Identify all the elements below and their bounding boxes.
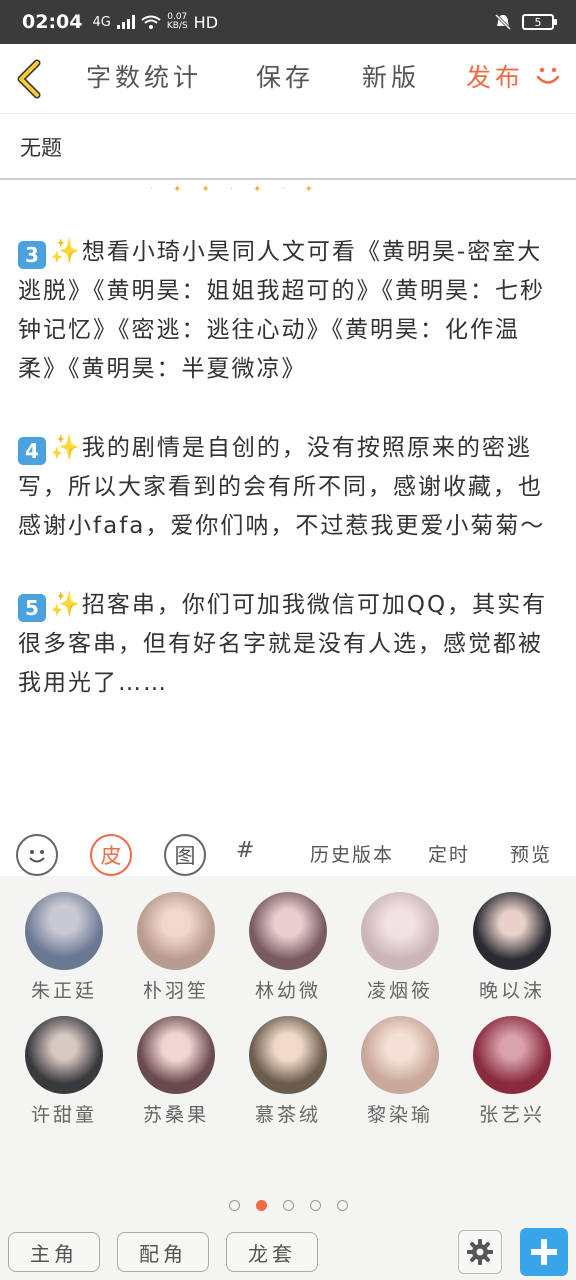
character-item[interactable]: 凌烟筱 bbox=[350, 892, 450, 1003]
smiley-icon bbox=[29, 850, 45, 863]
gear-icon bbox=[467, 1239, 493, 1265]
page-dot[interactable] bbox=[282, 1200, 294, 1211]
network-indicator: 4G 0.07 KB/S HD bbox=[92, 13, 218, 32]
lead-role-button[interactable]: 主角 bbox=[8, 1232, 100, 1272]
avatar bbox=[249, 1016, 327, 1094]
character-item[interactable]: 张艺兴 bbox=[462, 1016, 562, 1127]
avatar bbox=[249, 892, 327, 970]
avatar bbox=[473, 892, 551, 970]
add-character-button[interactable] bbox=[520, 1228, 568, 1276]
paragraph-5: 5 ✨招客串，你们可加我微信可加QQ，其实有很多客串，但有好名字就是没有人选，感觉… bbox=[18, 590, 548, 696]
avatar bbox=[473, 1016, 551, 1094]
word-count-button[interactable]: 字数统计 bbox=[86, 58, 202, 94]
avatar bbox=[361, 1016, 439, 1094]
character-item[interactable]: 苏桑果 bbox=[126, 1016, 226, 1127]
paragraph-3: 3 ✨想看小琦小昊同人文可看《黄明昊-密室大逃脱》《黄明昊：姐姐我超可的》《黄明昊… bbox=[18, 237, 545, 382]
save-button[interactable]: 保存 bbox=[256, 58, 314, 94]
image-button[interactable]: 图 bbox=[164, 834, 206, 876]
character-item[interactable]: 朴羽笙 bbox=[126, 892, 226, 1003]
status-time: 02:04 bbox=[22, 11, 83, 33]
character-item[interactable]: 许甜童 bbox=[14, 1016, 114, 1127]
editor-toolbar: 字数统计 保存 新版 发布 bbox=[0, 44, 576, 114]
status-right: 5 bbox=[494, 13, 557, 31]
character-item[interactable]: 朱正廷 bbox=[14, 892, 114, 1003]
character-item[interactable]: 林幼微 bbox=[238, 892, 338, 1003]
chevron-left-icon bbox=[17, 59, 41, 98]
plus-icon bbox=[531, 1239, 557, 1265]
page-indicator bbox=[0, 1200, 576, 1211]
mute-icon bbox=[494, 13, 512, 31]
new-version-button[interactable]: 新版 bbox=[362, 58, 420, 94]
number-badge: 4 bbox=[18, 437, 46, 465]
decoration-sparkles: ·✦✦·✦·✦ bbox=[150, 184, 334, 195]
title-text: 无题 bbox=[20, 136, 62, 160]
avatar bbox=[361, 892, 439, 970]
hd-label: HD bbox=[193, 12, 219, 32]
number-badge: 5 bbox=[18, 594, 46, 622]
character-panel: 朱正廷 朴羽笙 林幼微 凌烟筱 晚以沫 许甜童 苏桑果 慕茶绒 黎染瑜 张艺兴 bbox=[0, 876, 576, 1280]
sparkle-icon: ✨ bbox=[50, 433, 80, 461]
page-dot-active[interactable] bbox=[255, 1200, 267, 1211]
content-editor[interactable]: 3 ✨想看小琦小昊同人文可看《黄明昊-密室大逃脱》《黄明昊：姐姐我超可的》《黄明昊… bbox=[18, 232, 558, 742]
role-bar: 主角 配角 龙套 bbox=[0, 1224, 576, 1280]
sparkle-icon: ✨ bbox=[50, 237, 80, 265]
avatar bbox=[25, 892, 103, 970]
skin-button[interactable]: 皮 bbox=[90, 834, 132, 876]
battery-indicator: 5 bbox=[522, 14, 557, 30]
emoji-button[interactable] bbox=[16, 834, 58, 876]
smile-icon[interactable] bbox=[533, 60, 563, 90]
format-toolbar: 皮 图 # 历史版本 定时 预览 bbox=[0, 828, 576, 876]
page-dot[interactable] bbox=[336, 1200, 348, 1211]
signal-icon bbox=[116, 15, 135, 29]
character-item[interactable]: 黎染瑜 bbox=[350, 1016, 450, 1127]
avatar bbox=[137, 1016, 215, 1094]
avatar bbox=[25, 1016, 103, 1094]
publish-button[interactable]: 发布 bbox=[466, 58, 524, 94]
settings-button[interactable] bbox=[458, 1230, 502, 1274]
character-item[interactable]: 晚以沫 bbox=[462, 892, 562, 1003]
page-dot[interactable] bbox=[228, 1200, 240, 1211]
paragraph-4: 4 ✨我的剧情是自创的，没有按照原来的密逃写，所以大家看到的会有所不同，感谢收藏，… bbox=[18, 433, 546, 539]
wifi-icon bbox=[141, 15, 161, 29]
hashtag-button[interactable]: # bbox=[236, 838, 254, 863]
sparkle-icon: ✨ bbox=[50, 590, 80, 618]
extra-role-button[interactable]: 龙套 bbox=[226, 1232, 318, 1272]
title-field[interactable]: 无题 bbox=[0, 114, 576, 180]
character-item[interactable]: 慕茶绒 bbox=[238, 1016, 338, 1127]
status-bar: 02:04 4G 0.07 KB/S HD 5 bbox=[0, 0, 576, 44]
preview-button[interactable]: 预览 bbox=[510, 840, 552, 867]
schedule-button[interactable]: 定时 bbox=[428, 840, 470, 867]
history-version-button[interactable]: 历史版本 bbox=[310, 840, 394, 867]
number-badge: 3 bbox=[18, 241, 46, 269]
network-type: 4G bbox=[92, 14, 111, 30]
support-role-button[interactable]: 配角 bbox=[117, 1232, 209, 1272]
avatar bbox=[137, 892, 215, 970]
back-button[interactable] bbox=[0, 44, 60, 114]
speed-indicator: 0.07 KB/S bbox=[166, 12, 188, 31]
page-dot[interactable] bbox=[309, 1200, 321, 1211]
